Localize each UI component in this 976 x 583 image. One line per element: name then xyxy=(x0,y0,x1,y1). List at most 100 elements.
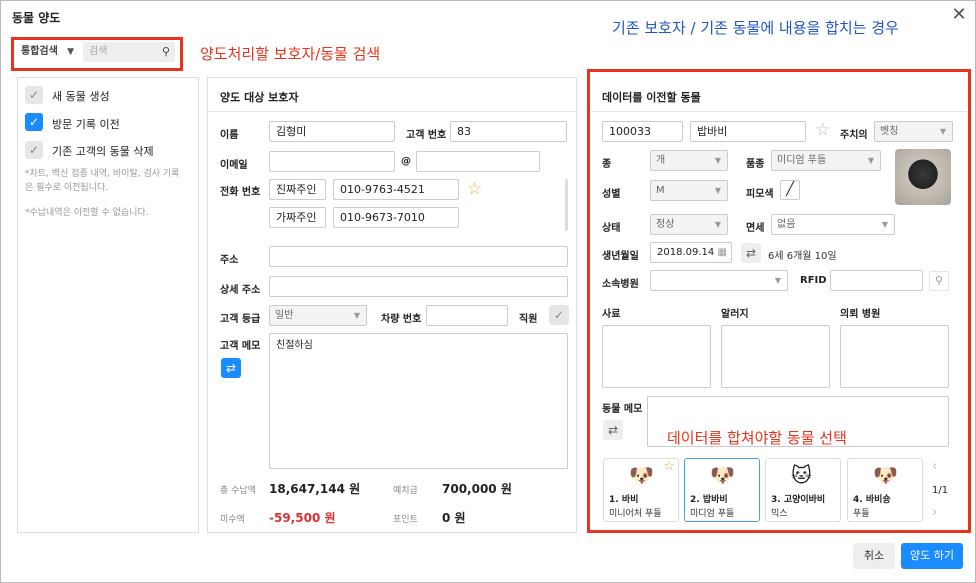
breed-select[interactable]: 미디엄 푸들 ▼ xyxy=(771,150,881,171)
owner-panel-header: 양도 대상 보호자 xyxy=(220,91,299,104)
scrollbar[interactable] xyxy=(565,179,568,231)
point-label: 포인트 xyxy=(393,515,418,525)
animal-card[interactable]: 🐱 3. 고양이바비 믹스 xyxy=(765,458,841,522)
customer-memo-textarea[interactable]: 친절하심 xyxy=(269,333,568,469)
dog-icon: 🐶 xyxy=(710,463,735,487)
chevron-down-icon: ▼ xyxy=(774,276,781,285)
swap-icon[interactable]: ⇄ xyxy=(741,243,761,263)
coat-color-picker[interactable]: ╱ xyxy=(780,180,800,200)
deposit-value: 700,000 원 xyxy=(442,482,512,496)
merge-annotation: 데이터를 합쳐야할 동물 선택 xyxy=(667,429,847,447)
calendar-icon[interactable]: ▦ xyxy=(718,243,727,263)
animal-photo[interactable] xyxy=(895,149,951,205)
rfid-label: RFID xyxy=(800,275,827,286)
animal-card-breed: 믹스 xyxy=(771,509,788,519)
animal-card[interactable]: 🐶 4. 바비숑 푸들 xyxy=(847,458,923,522)
chevron-down-icon: ▼ xyxy=(867,156,874,165)
tax-exempt-select[interactable]: 없음 ▼ xyxy=(771,214,895,235)
animal-card-breed: 푸들 xyxy=(853,509,870,519)
grade-label: 고객 등급 xyxy=(220,314,261,325)
deposit-label: 예치금 xyxy=(393,486,418,496)
animal-name-input[interactable]: 밥바비 xyxy=(690,121,806,142)
owner-name-input[interactable]: 김형미 xyxy=(269,121,395,142)
phone1-name-input[interactable]: 진짜주인 xyxy=(269,179,326,200)
customer-id-input[interactable]: 83 xyxy=(450,121,567,142)
grade-select[interactable]: 일반 ▼ xyxy=(269,305,367,326)
phone1-input[interactable]: 010-9763-4521 xyxy=(333,179,459,200)
allergy-textarea[interactable] xyxy=(721,325,830,388)
grade-value: 일반 xyxy=(275,310,294,321)
header-annotation: 기존 보호자 / 기존 동물에 내용을 합치는 경우 xyxy=(612,19,899,37)
status-select[interactable]: 정상 ▼ xyxy=(650,214,728,235)
tax-exempt-label: 면세 xyxy=(746,223,765,234)
phone-label: 전화 번호 xyxy=(220,187,261,198)
staff-checkbox[interactable]: ✓ xyxy=(549,305,569,325)
unpaid-value: -59,500 원 xyxy=(269,511,336,525)
search-icon[interactable]: ⚲ xyxy=(929,271,949,291)
cancel-button[interactable]: 취소 xyxy=(853,543,895,569)
delete-animal-checkbox[interactable]: ✓ xyxy=(25,141,43,159)
close-icon[interactable]: ✕ xyxy=(949,5,969,25)
chevron-down-icon: ▼ xyxy=(939,127,946,136)
email-domain-input[interactable] xyxy=(416,151,540,172)
delete-animal-label: 기존 고객의 동물 삭제 xyxy=(52,145,154,158)
swap-icon[interactable]: ⇄ xyxy=(221,358,241,378)
transfer-visits-checkbox[interactable]: ✓ xyxy=(25,113,43,131)
referral-textarea[interactable] xyxy=(840,325,949,388)
swap-icon[interactable]: ⇄ xyxy=(603,420,623,440)
new-animal-checkbox[interactable]: ✓ xyxy=(25,86,43,104)
chevron-right-icon[interactable]: › xyxy=(932,505,937,520)
animal-card-name: 4. 바비숑 xyxy=(853,495,891,505)
status-value: 정상 xyxy=(656,219,675,230)
point-value: 0 원 xyxy=(442,511,466,525)
unpaid-label: 미수액 xyxy=(220,515,245,525)
new-animal-label: 새 동물 생성 xyxy=(52,90,110,103)
chevron-down-icon: ▼ xyxy=(881,220,888,229)
age-text: 6세 6개월 10일 xyxy=(768,251,837,262)
animal-card-name: 3. 고양이바비 xyxy=(771,495,826,505)
breed-label: 품종 xyxy=(746,159,765,170)
food-textarea[interactable] xyxy=(602,325,711,388)
total-paid-label: 총 수납액 xyxy=(220,486,256,496)
search-input[interactable]: 검색 ⚲ xyxy=(83,42,175,62)
rfid-input[interactable] xyxy=(830,270,923,291)
referral-label: 의뢰 병원 xyxy=(840,309,881,320)
animal-panel-header: 데이터를 이전할 동물 xyxy=(602,91,701,104)
star-icon[interactable]: ☆ xyxy=(663,459,675,474)
coat-color-label: 피모색 xyxy=(746,189,774,200)
address-input[interactable] xyxy=(269,246,568,267)
car-number-label: 차량 번호 xyxy=(381,314,422,325)
food-label: 사료 xyxy=(602,309,621,320)
phone2-input[interactable]: 010-9673-7010 xyxy=(333,207,459,228)
search-type-select[interactable]: 통합검색 ▼ xyxy=(16,42,76,62)
phone2-name-input[interactable]: 가짜주인 xyxy=(269,207,326,228)
chevron-down-icon: ▼ xyxy=(714,220,721,229)
chevron-left-icon[interactable]: ‹ xyxy=(932,459,937,474)
hospital-select[interactable]: ▼ xyxy=(650,270,788,291)
star-icon[interactable]: ☆ xyxy=(815,120,830,140)
birth-label: 생년월일 xyxy=(602,251,639,262)
car-number-input[interactable] xyxy=(426,305,508,326)
confirm-transfer-button[interactable]: 양도 하기 xyxy=(901,543,963,569)
search-icon[interactable]: ⚲ xyxy=(162,42,170,62)
animal-card[interactable]: 🐶 ☆ 1. 바비 미니어처 푸들 xyxy=(603,458,679,522)
species-select[interactable]: 개 ▼ xyxy=(650,150,728,171)
address-detail-input[interactable] xyxy=(269,276,568,297)
animal-card-name: 2. 밥바비 xyxy=(690,495,728,505)
transfer-visits-label: 방문 기록 이전 xyxy=(52,118,120,131)
divider xyxy=(591,111,967,112)
divider xyxy=(208,111,576,112)
hospital-label: 소속병원 xyxy=(602,279,639,290)
customer-memo-label: 고객 메모 xyxy=(220,341,261,352)
birth-date-value: 2018.09.14 xyxy=(657,247,715,258)
star-icon[interactable]: ☆ xyxy=(467,179,482,199)
owner-name-label: 이름 xyxy=(220,130,239,141)
breed-value: 미디엄 푸들 xyxy=(777,155,827,166)
vet-select[interactable]: 벳칭 ▼ xyxy=(874,121,953,142)
email-local-input[interactable] xyxy=(269,151,395,172)
animal-card[interactable]: 🐶 2. 밥바비 미디엄 푸들 xyxy=(684,458,760,522)
pagination-text: 1/1 xyxy=(932,485,949,496)
birth-date-input[interactable]: 2018.09.14 ▦ xyxy=(650,242,732,263)
animal-id-input[interactable]: 100033 xyxy=(602,121,683,142)
sex-select[interactable]: M ▼ xyxy=(650,180,728,201)
